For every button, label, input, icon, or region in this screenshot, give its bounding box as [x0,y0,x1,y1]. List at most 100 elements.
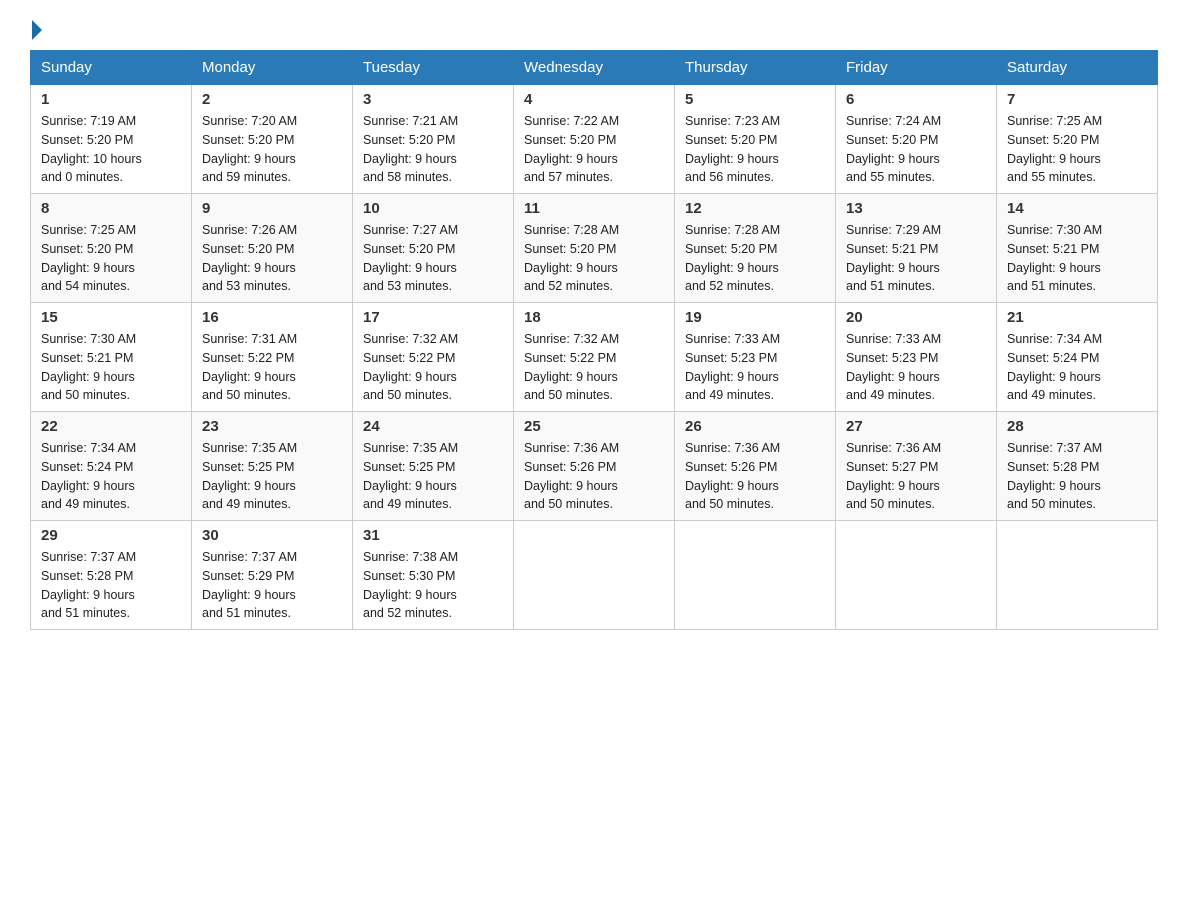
day-cell-22: 22 Sunrise: 7:34 AMSunset: 5:24 PMDaylig… [31,412,192,521]
day-cell-18: 18 Sunrise: 7:32 AMSunset: 5:22 PMDaylig… [514,303,675,412]
day-cell-3: 3 Sunrise: 7:21 AMSunset: 5:20 PMDayligh… [353,85,514,194]
day-cell-27: 27 Sunrise: 7:36 AMSunset: 5:27 PMDaylig… [836,412,997,521]
day-header-sunday: Sunday [31,51,192,85]
week-row-4: 22 Sunrise: 7:34 AMSunset: 5:24 PMDaylig… [31,412,1158,521]
day-cell-1: 1 Sunrise: 7:19 AMSunset: 5:20 PMDayligh… [31,85,192,194]
day-cell-26: 26 Sunrise: 7:36 AMSunset: 5:26 PMDaylig… [675,412,836,521]
empty-cell [675,521,836,630]
day-info: Sunrise: 7:30 AMSunset: 5:21 PMDaylight:… [1007,221,1147,296]
days-header-row: SundayMondayTuesdayWednesdayThursdayFrid… [31,51,1158,85]
day-info: Sunrise: 7:25 AMSunset: 5:20 PMDaylight:… [41,221,181,296]
day-cell-20: 20 Sunrise: 7:33 AMSunset: 5:23 PMDaylig… [836,303,997,412]
day-number: 3 [363,91,503,108]
day-cell-13: 13 Sunrise: 7:29 AMSunset: 5:21 PMDaylig… [836,194,997,303]
day-info: Sunrise: 7:37 AMSunset: 5:28 PMDaylight:… [41,548,181,623]
day-header-tuesday: Tuesday [353,51,514,85]
day-number: 7 [1007,91,1147,108]
day-header-thursday: Thursday [675,51,836,85]
day-cell-10: 10 Sunrise: 7:27 AMSunset: 5:20 PMDaylig… [353,194,514,303]
day-number: 19 [685,309,825,326]
day-number: 11 [524,200,664,217]
day-cell-23: 23 Sunrise: 7:35 AMSunset: 5:25 PMDaylig… [192,412,353,521]
day-cell-6: 6 Sunrise: 7:24 AMSunset: 5:20 PMDayligh… [836,85,997,194]
day-cell-17: 17 Sunrise: 7:32 AMSunset: 5:22 PMDaylig… [353,303,514,412]
day-info: Sunrise: 7:36 AMSunset: 5:26 PMDaylight:… [685,439,825,514]
day-info: Sunrise: 7:21 AMSunset: 5:20 PMDaylight:… [363,112,503,187]
day-cell-28: 28 Sunrise: 7:37 AMSunset: 5:28 PMDaylig… [997,412,1158,521]
day-info: Sunrise: 7:32 AMSunset: 5:22 PMDaylight:… [524,330,664,405]
day-number: 14 [1007,200,1147,217]
day-info: Sunrise: 7:37 AMSunset: 5:28 PMDaylight:… [1007,439,1147,514]
logo-arrow-icon [32,20,42,40]
week-row-1: 1 Sunrise: 7:19 AMSunset: 5:20 PMDayligh… [31,85,1158,194]
week-row-5: 29 Sunrise: 7:37 AMSunset: 5:28 PMDaylig… [31,521,1158,630]
day-cell-11: 11 Sunrise: 7:28 AMSunset: 5:20 PMDaylig… [514,194,675,303]
day-info: Sunrise: 7:33 AMSunset: 5:23 PMDaylight:… [685,330,825,405]
day-info: Sunrise: 7:30 AMSunset: 5:21 PMDaylight:… [41,330,181,405]
day-info: Sunrise: 7:24 AMSunset: 5:20 PMDaylight:… [846,112,986,187]
day-number: 23 [202,418,342,435]
day-info: Sunrise: 7:35 AMSunset: 5:25 PMDaylight:… [202,439,342,514]
day-number: 26 [685,418,825,435]
week-row-2: 8 Sunrise: 7:25 AMSunset: 5:20 PMDayligh… [31,194,1158,303]
day-number: 18 [524,309,664,326]
day-cell-8: 8 Sunrise: 7:25 AMSunset: 5:20 PMDayligh… [31,194,192,303]
day-number: 25 [524,418,664,435]
day-info: Sunrise: 7:31 AMSunset: 5:22 PMDaylight:… [202,330,342,405]
day-cell-25: 25 Sunrise: 7:36 AMSunset: 5:26 PMDaylig… [514,412,675,521]
day-number: 8 [41,200,181,217]
day-header-saturday: Saturday [997,51,1158,85]
day-number: 4 [524,91,664,108]
day-number: 24 [363,418,503,435]
day-number: 16 [202,309,342,326]
day-info: Sunrise: 7:22 AMSunset: 5:20 PMDaylight:… [524,112,664,187]
day-info: Sunrise: 7:38 AMSunset: 5:30 PMDaylight:… [363,548,503,623]
day-cell-4: 4 Sunrise: 7:22 AMSunset: 5:20 PMDayligh… [514,85,675,194]
day-cell-7: 7 Sunrise: 7:25 AMSunset: 5:20 PMDayligh… [997,85,1158,194]
day-info: Sunrise: 7:36 AMSunset: 5:26 PMDaylight:… [524,439,664,514]
day-number: 15 [41,309,181,326]
day-number: 10 [363,200,503,217]
day-number: 1 [41,91,181,108]
day-info: Sunrise: 7:28 AMSunset: 5:20 PMDaylight:… [685,221,825,296]
day-info: Sunrise: 7:28 AMSunset: 5:20 PMDaylight:… [524,221,664,296]
day-number: 30 [202,527,342,544]
empty-cell [514,521,675,630]
day-info: Sunrise: 7:23 AMSunset: 5:20 PMDaylight:… [685,112,825,187]
day-info: Sunrise: 7:35 AMSunset: 5:25 PMDaylight:… [363,439,503,514]
day-cell-14: 14 Sunrise: 7:30 AMSunset: 5:21 PMDaylig… [997,194,1158,303]
day-header-monday: Monday [192,51,353,85]
day-info: Sunrise: 7:26 AMSunset: 5:20 PMDaylight:… [202,221,342,296]
day-cell-24: 24 Sunrise: 7:35 AMSunset: 5:25 PMDaylig… [353,412,514,521]
day-number: 20 [846,309,986,326]
day-info: Sunrise: 7:20 AMSunset: 5:20 PMDaylight:… [202,112,342,187]
logo [30,20,44,40]
day-number: 9 [202,200,342,217]
day-number: 22 [41,418,181,435]
day-number: 2 [202,91,342,108]
day-cell-5: 5 Sunrise: 7:23 AMSunset: 5:20 PMDayligh… [675,85,836,194]
day-number: 29 [41,527,181,544]
page-header [30,20,1158,40]
day-cell-21: 21 Sunrise: 7:34 AMSunset: 5:24 PMDaylig… [997,303,1158,412]
week-row-3: 15 Sunrise: 7:30 AMSunset: 5:21 PMDaylig… [31,303,1158,412]
empty-cell [997,521,1158,630]
day-cell-16: 16 Sunrise: 7:31 AMSunset: 5:22 PMDaylig… [192,303,353,412]
day-number: 21 [1007,309,1147,326]
day-header-wednesday: Wednesday [514,51,675,85]
day-info: Sunrise: 7:29 AMSunset: 5:21 PMDaylight:… [846,221,986,296]
empty-cell [836,521,997,630]
day-cell-30: 30 Sunrise: 7:37 AMSunset: 5:29 PMDaylig… [192,521,353,630]
day-cell-12: 12 Sunrise: 7:28 AMSunset: 5:20 PMDaylig… [675,194,836,303]
day-number: 5 [685,91,825,108]
day-number: 13 [846,200,986,217]
day-info: Sunrise: 7:19 AMSunset: 5:20 PMDaylight:… [41,112,181,187]
day-cell-31: 31 Sunrise: 7:38 AMSunset: 5:30 PMDaylig… [353,521,514,630]
day-number: 28 [1007,418,1147,435]
day-info: Sunrise: 7:32 AMSunset: 5:22 PMDaylight:… [363,330,503,405]
day-cell-29: 29 Sunrise: 7:37 AMSunset: 5:28 PMDaylig… [31,521,192,630]
day-info: Sunrise: 7:34 AMSunset: 5:24 PMDaylight:… [41,439,181,514]
calendar-table: SundayMondayTuesdayWednesdayThursdayFrid… [30,50,1158,630]
day-number: 27 [846,418,986,435]
day-info: Sunrise: 7:36 AMSunset: 5:27 PMDaylight:… [846,439,986,514]
